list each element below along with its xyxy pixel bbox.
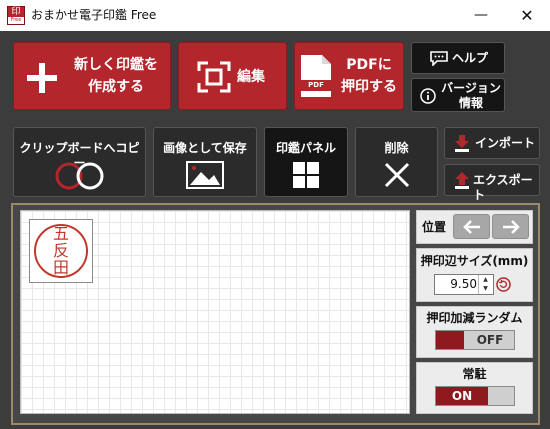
export-icon	[455, 172, 469, 189]
delete-button[interactable]: 削除	[355, 127, 438, 197]
position-label: 位置	[421, 220, 446, 234]
resident-label: 常駐	[462, 367, 487, 381]
new-stamp-label-2: 作成する	[88, 79, 144, 95]
title-bar: 印 Free おまかせ電子印鑑 Free — ✕	[0, 0, 550, 31]
info-icon	[420, 88, 436, 104]
stamp-panel-label: 印鑑パネル	[275, 141, 336, 155]
pdf-icon-label: PDF	[308, 81, 324, 89]
pdf-stamp-label-1: PDFに	[346, 57, 392, 73]
random-toggle-state: OFF	[476, 333, 504, 347]
version-info-button[interactable]: バージョン 情報	[411, 78, 505, 112]
app-icon: 印 Free	[7, 6, 25, 25]
stamp-char-3: 田	[52, 258, 69, 277]
random-label: 押印加減ランダム	[426, 311, 523, 325]
reset-icon[interactable]	[496, 277, 511, 292]
import-icon	[455, 135, 469, 152]
new-stamp-label-1: 新しく印鑑を	[74, 57, 158, 73]
stamp-panel-button[interactable]: 印鑑パネル	[264, 127, 348, 197]
overlap-circles-icon	[55, 162, 104, 190]
help-button[interactable]: ヘルプ	[411, 42, 505, 74]
size-label: 押印辺サイズ(mm)	[420, 254, 529, 268]
chat-bubble-icon	[430, 51, 448, 66]
plus-icon	[27, 63, 57, 93]
window-title: おまかせ電子印鑑 Free	[31, 8, 157, 22]
stamp-tile[interactable]: 五 反 田	[29, 219, 93, 283]
arrow-left-icon	[463, 220, 480, 234]
copy-to-clipboard-button[interactable]: クリップボードへコピー	[13, 127, 146, 197]
move-right-button[interactable]	[492, 214, 529, 239]
close-button[interactable]: ✕	[504, 0, 550, 31]
import-button[interactable]: インポート	[444, 127, 540, 159]
help-label: ヘルプ	[452, 51, 489, 65]
image-icon	[186, 161, 224, 189]
spin-up-icon[interactable]: ▲	[479, 275, 492, 284]
edit-label: 編集	[237, 69, 265, 85]
x-icon	[384, 162, 410, 188]
resident-toggle-state: ON	[451, 389, 473, 403]
grid-icon	[293, 162, 319, 188]
export-label: エクスポート	[473, 173, 533, 202]
resident-toggle[interactable]: ON	[435, 386, 515, 406]
spin-down-icon[interactable]: ▼	[479, 284, 492, 293]
import-label: インポート	[475, 136, 536, 150]
version-label-1: バージョン	[441, 81, 501, 95]
pdf-stamp-button[interactable]: PDF PDFに 押印する	[294, 42, 404, 110]
save-image-button[interactable]: 画像として保存	[153, 127, 257, 197]
app-icon-subtext: Free	[8, 17, 24, 24]
delete-label: 削除	[384, 141, 409, 155]
pdf-stamp-label-2: 押印する	[341, 79, 397, 95]
arrow-right-icon	[503, 220, 520, 234]
version-label-2: 情報	[458, 96, 483, 110]
save-image-label: 画像として保存	[163, 141, 247, 155]
pdf-file-icon	[300, 55, 332, 97]
edit-button[interactable]: 編集	[178, 42, 287, 110]
random-toggle[interactable]: OFF	[435, 330, 515, 350]
random-toggle-knob	[436, 331, 464, 349]
export-button[interactable]: エクスポート	[444, 164, 540, 202]
new-stamp-button[interactable]: 新しく印鑑を 作成する	[13, 42, 171, 110]
move-left-button[interactable]	[453, 214, 490, 239]
minimize-button[interactable]: —	[458, 0, 504, 31]
size-spinner[interactable]: ▲ ▼	[478, 275, 492, 294]
focus-frame-icon	[197, 61, 231, 93]
